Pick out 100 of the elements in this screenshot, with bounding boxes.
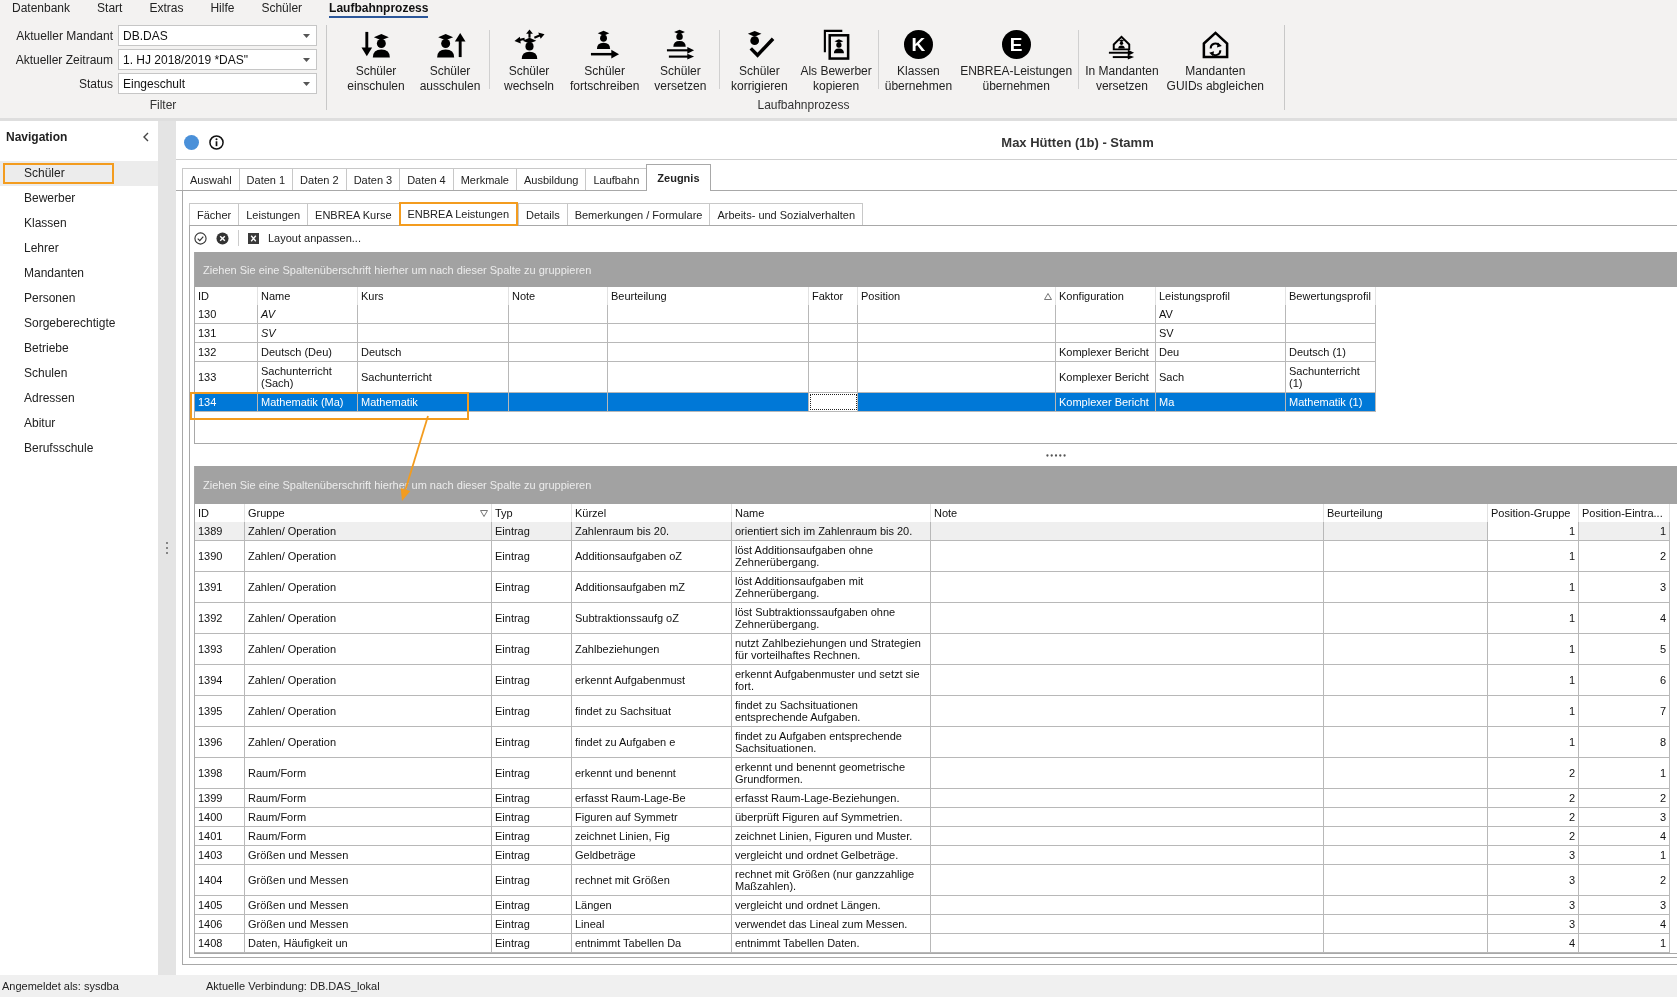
table-cell: Deutsch (1) <box>1286 343 1376 361</box>
ribbon-button[interactable]: Schüler ausschulen <box>413 19 487 94</box>
table-cell: 1405 <box>195 896 245 914</box>
table-row[interactable]: 1393 Zahlen/ Operation Eintrag Zahlbeziehungen nutzt Zahlbeziehungen und Strategien für vorteilhaftes Rechnen. 1 5 <box>195 634 1670 665</box>
table-row[interactable]: 1389 Zahlen/ Operation Eintrag Zahlenraum bis 20. orientiert sich im Zahlenraum bis 20. 1 1 <box>195 522 1670 541</box>
collapse-icon[interactable] <box>143 132 149 142</box>
table-row[interactable]: 1398 Raum/Form Eintrag erkennt und benennt erkennt und benennt geometrische Grundformen. 2 1 <box>195 758 1670 789</box>
nav-item[interactable]: Betriebe <box>0 336 158 361</box>
table-row[interactable]: 1399 Raum/Form Eintrag erfasst Raum-Lage-Be erfasst Raum-Lage-Beziehungen. 2 2 <box>195 789 1670 808</box>
table-cell: Raum/Form <box>245 758 492 788</box>
table-cell: Eintrag <box>492 934 572 952</box>
ribbon-button[interactable]: Mandanten GUIDs abgleichen <box>1162 19 1268 94</box>
table-cell: Lineal <box>572 915 732 933</box>
table-cell: 1406 <box>195 915 245 933</box>
nav-item[interactable]: Mandanten <box>0 261 158 286</box>
nav-item[interactable]: Berufsschule <box>0 436 158 461</box>
table-row[interactable]: 1396 Zahlen/ Operation Eintrag findet zu Aufgaben e findet zu Aufgaben entsprechende Sachsituationen. 1 8 <box>195 727 1670 758</box>
tab[interactable]: Details <box>518 203 567 225</box>
nav-item[interactable]: Bewerber <box>0 186 158 211</box>
nav-item[interactable]: Personen <box>0 286 158 311</box>
x-square-icon[interactable] <box>248 232 259 244</box>
table-cell: findet zu Aufgaben entsprechende Sachsituationen. <box>732 727 931 757</box>
table-cell: findet zu Sachsituat <box>572 696 732 726</box>
tab[interactable]: Daten 1 <box>238 168 293 190</box>
nav-item[interactable]: Schüler <box>0 161 158 186</box>
table-row[interactable]: 133 Sachunterricht (Sach) Sachunterricht Komplexer Bericht Sach Sachunterricht (1) <box>195 362 1376 393</box>
tab[interactable]: Daten 4 <box>399 168 453 190</box>
table-row[interactable]: 1406 Größen und Messen Eintrag Lineal verwendet das Lineal zum Messen. 3 4 <box>195 915 1670 934</box>
ribbon-button[interactable]: Schüler versetzen <box>643 19 718 94</box>
table-cell: 131 <box>195 324 258 342</box>
grip-dots-icon[interactable] <box>1046 453 1066 457</box>
nav-item[interactable]: Schulen <box>0 361 158 386</box>
table-row[interactable]: 130 AV AV <box>195 305 1376 324</box>
table-row[interactable]: 1408 Daten, Häufigkeit un Eintrag entnimmt Tabellen Da entnimmt Tabellen Daten. 4 1 <box>195 934 1670 953</box>
nav-item[interactable]: Lehrer <box>0 236 158 261</box>
table-row[interactable]: 1395 Zahlen/ Operation Eintrag findet zu Sachsituat findet zu Sachsituationen entsprechende Aufgaben. 1 7 <box>195 696 1670 727</box>
layout-button[interactable]: Layout anpassen... <box>268 232 361 244</box>
tab[interactable]: Zeugnis <box>646 164 711 191</box>
table-cell: Zahlen/ Operation <box>245 572 492 602</box>
tab[interactable]: Fächer <box>189 203 239 225</box>
dropdown-field[interactable]: 1. HJ 2018/2019 *DAS" <box>118 49 317 70</box>
caret-icon <box>303 57 310 62</box>
tab[interactable]: Ausbildung <box>516 168 586 190</box>
tab[interactable]: ENBREA Kurse <box>307 203 399 225</box>
ribbon-button[interactable]: Schüler einschulen <box>339 19 413 94</box>
table-cell: Eintrag <box>492 727 572 757</box>
table-cell: 5 <box>1579 634 1670 664</box>
tab[interactable]: Arbeits- und Sozialverhalten <box>709 203 863 225</box>
table-cell: Mathematik (Ma) <box>258 393 358 411</box>
table-cell: Komplexer Bericht <box>1056 393 1156 411</box>
table-cell: Geldbeträge <box>572 846 732 864</box>
ribbon-button[interactable]: Schüler wechseln <box>492 19 566 94</box>
tab[interactable]: ENBREA Leistungen <box>398 202 518 226</box>
ribbon-button[interactable]: Als Bewerber kopieren <box>796 19 876 94</box>
table-cell: 7 <box>1579 696 1670 726</box>
table-cell: SV <box>258 324 358 342</box>
ribbon-button[interactable]: Schüler korrigieren <box>722 19 797 94</box>
table-row[interactable]: 1400 Raum/Form Eintrag Figuren auf Symmetr überprüft Figuren auf Symmetrien. 2 3 <box>195 808 1670 827</box>
info-icon[interactable] <box>209 134 224 150</box>
dropdown-field[interactable]: DB.DAS <box>118 25 317 46</box>
table-cell: 1394 <box>195 665 245 695</box>
table-row[interactable]: 1401 Raum/Form Eintrag zeichnet Linien, Fig zeichnet Linien, Figuren und Muster. 2 4 <box>195 827 1670 846</box>
menu-tab[interactable]: Schüler <box>261 0 303 18</box>
table-cell: Eintrag <box>492 896 572 914</box>
dropdown-field[interactable]: Eingeschult <box>118 73 317 94</box>
table-row[interactable]: 1405 Größen und Messen Eintrag Längen vergleicht und ordnet Längen. 3 3 <box>195 896 1670 915</box>
menu-tab[interactable]: Hilfe <box>210 0 235 18</box>
nav-item[interactable]: Adressen <box>0 386 158 411</box>
nav-item[interactable]: Abitur <box>0 411 158 436</box>
table-row[interactable]: 1404 Größen und Messen Eintrag rechnet mit Größen rechnet mit Größen (nur ganzzahlige Maßzahlen). 3 2 <box>195 865 1670 896</box>
table-cell: Additionsaufgaben mZ <box>572 572 732 602</box>
tab[interactable]: Leistungen <box>238 203 308 225</box>
table-row[interactable]: 1392 Zahlen/ Operation Eintrag Subtraktionssaufg oZ löst Subtraktionssaufgaben ohne Zehnerübergang. 1 4 <box>195 603 1670 634</box>
menu-tab[interactable]: Start <box>97 0 123 18</box>
ribbon-button[interactable]: K Klassen übernehmen <box>880 19 957 94</box>
nav-item[interactable]: Sorgeberechtigte <box>0 311 158 336</box>
menu-tab[interactable]: Extras <box>149 0 184 18</box>
tab[interactable]: Bemerkungen / Formulare <box>566 203 710 225</box>
table-row[interactable]: 1403 Größen und Messen Eintrag Geldbeträge vergleicht und ordnet Gelbeträge. 3 1 <box>195 846 1670 865</box>
tab[interactable]: Laufbahn <box>585 168 647 190</box>
table-row[interactable]: 131 SV SV <box>195 324 1376 343</box>
table-row[interactable]: 1391 Zahlen/ Operation Eintrag Additionsaufgaben mZ löst Additionsaufgaben mit Zehnerübergang. 1 3 <box>195 572 1670 603</box>
check-circle-icon[interactable] <box>194 231 207 245</box>
table-row[interactable]: 1394 Zahlen/ Operation Eintrag erkennt Aufgabenmust erkennt Aufgabenmuster und setzt sie fort. 1 6 <box>195 665 1670 696</box>
nav-item[interactable]: Klassen <box>0 211 158 236</box>
ribbon-button[interactable]: In Mandanten versetzen <box>1081 19 1163 94</box>
menu-tab[interactable]: Datenbank <box>12 0 71 18</box>
table-cell: 1396 <box>195 727 245 757</box>
tab[interactable]: Daten 3 <box>345 168 400 190</box>
tab[interactable]: Daten 2 <box>292 168 346 190</box>
ribbon-button[interactable]: E ENBREA-Leistungen übernehmen <box>956 19 1077 94</box>
table-row[interactable]: 132 Deutsch (Deu) Deutsch Komplexer Bericht Deu Deutsch (1) <box>195 343 1376 362</box>
table-cell: 1 <box>1579 846 1670 864</box>
table-cell: Eintrag <box>492 808 572 826</box>
tab[interactable]: Merkmale <box>452 168 516 190</box>
ribbon-button[interactable]: Schüler fortschreiben <box>566 19 644 94</box>
tab[interactable]: Auswahl <box>182 168 239 190</box>
table-row[interactable]: 1390 Zahlen/ Operation Eintrag Additionsaufgaben oZ löst Additionsaufgaben ohne Zehnerübergang. 1 2 <box>195 541 1670 572</box>
x-circle-icon[interactable] <box>216 231 229 245</box>
table-cell: Zahlbeziehungen <box>572 634 732 664</box>
